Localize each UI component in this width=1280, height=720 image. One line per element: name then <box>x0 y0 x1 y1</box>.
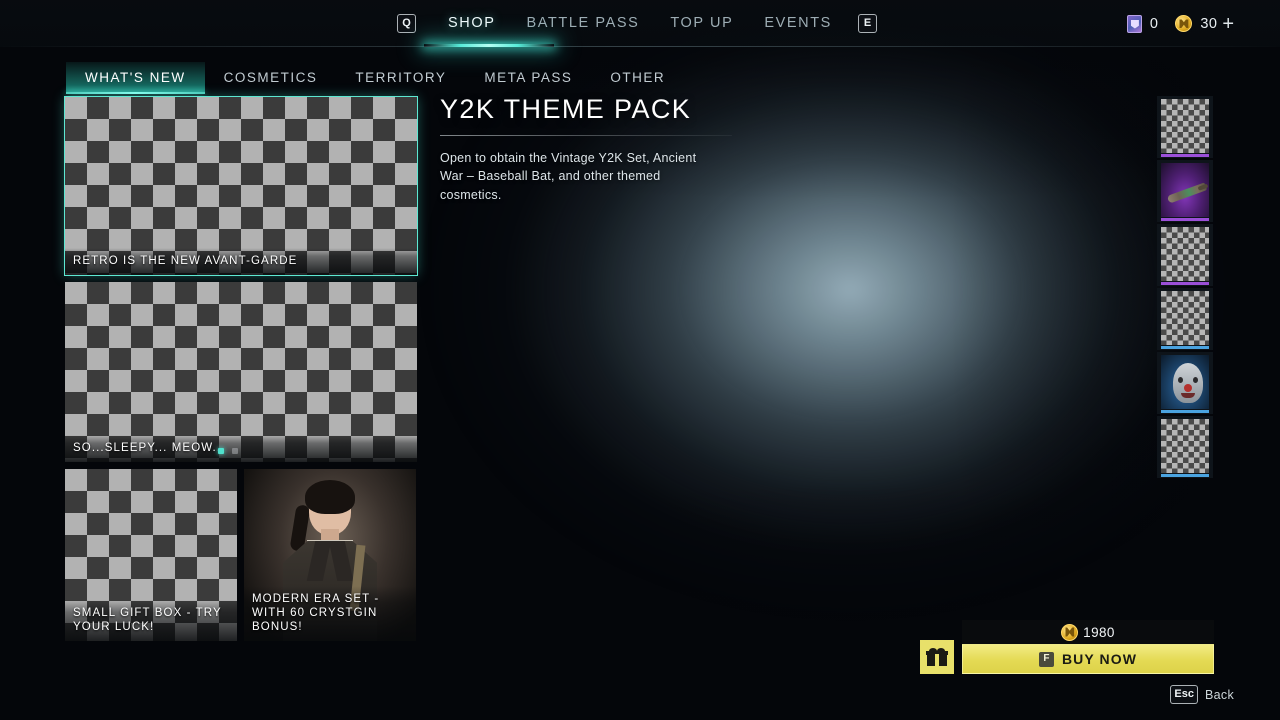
gift-bow-right <box>937 648 945 654</box>
coin-icon <box>1061 623 1079 641</box>
item-thumb-art <box>1161 99 1209 153</box>
coin-amount: 30 <box>1200 15 1218 32</box>
category-tab-label: WHAT'S NEW <box>85 70 186 85</box>
buy-now-button[interactable]: F BUY NOW <box>962 644 1214 674</box>
category-tab-other[interactable]: OTHER <box>591 62 684 94</box>
category-tab-label: COSMETICS <box>223 70 318 85</box>
promo-card-label: SO...SLEEPY... MEOW... <box>65 434 417 462</box>
gift-bow-left <box>929 648 937 654</box>
clown-eye-right <box>1193 377 1198 383</box>
item-thumb-1[interactable] <box>1157 96 1213 158</box>
item-thumb-6[interactable] <box>1157 416 1213 478</box>
coin-icon <box>1175 15 1193 32</box>
ticket-amount: 0 <box>1149 15 1159 32</box>
ticket-currency[interactable]: 0 <box>1126 14 1159 33</box>
carousel-dots[interactable] <box>218 448 238 454</box>
category-tab-meta-pass[interactable]: META PASS <box>465 62 591 94</box>
price-row: 1980 <box>962 620 1214 644</box>
character-hair <box>305 480 355 514</box>
item-thumb-4[interactable] <box>1157 288 1213 350</box>
add-currency-button[interactable]: + <box>1222 14 1234 34</box>
clown-mask-icon <box>1173 363 1203 403</box>
placeholder-checker-icon <box>1161 291 1209 345</box>
purchase-bar: 1980 F BUY NOW <box>920 620 1214 674</box>
coin-currency[interactable]: 30 + <box>1175 14 1234 34</box>
carousel-dot-active[interactable] <box>218 448 224 454</box>
buy-now-label: BUY NOW <box>1061 651 1138 667</box>
rarity-bar-epic <box>1161 218 1209 221</box>
promo-card-row: SMALL GIFT BOX - TRY YOUR LUCK! MODERN E… <box>65 469 417 641</box>
item-description: Open to obtain the Vintage Y2K Set, Anci… <box>440 151 697 202</box>
gift-button[interactable] <box>920 640 954 674</box>
rarity-bar-epic <box>1161 282 1209 285</box>
rarity-bar-rare <box>1161 346 1209 349</box>
category-tab-cosmetics[interactable]: COSMETICS <box>205 62 337 94</box>
category-tab-territory[interactable]: TERRITORY <box>336 62 465 94</box>
rarity-bar-rare <box>1161 410 1209 413</box>
item-preview-rail <box>1157 96 1213 480</box>
esc-key-hint: Esc <box>1170 685 1198 704</box>
item-thumb-art <box>1161 227 1209 281</box>
baseball-bat-icon <box>1166 182 1208 204</box>
promo-card-gift-box[interactable]: SMALL GIFT BOX - TRY YOUR LUCK! <box>65 469 237 641</box>
nav-tab-top-up[interactable]: TOP UP <box>668 2 735 45</box>
ticket-icon <box>1126 14 1142 33</box>
title-divider <box>440 135 732 136</box>
nav-next-key-hint[interactable]: E <box>858 14 877 33</box>
item-thumb-3[interactable] <box>1157 224 1213 286</box>
clown-nose <box>1184 384 1192 392</box>
page-title: Y2K THEME PACK <box>440 94 692 124</box>
promo-card-retro[interactable]: RETRO IS THE NEW AVANT-GARDE <box>64 96 418 276</box>
category-tab-bar: WHAT'S NEW COSMETICS TERRITORY META PASS… <box>66 62 684 94</box>
gift-icon <box>926 648 948 666</box>
promo-card-modern-era[interactable]: MODERN ERA SET - WITH 60 CRYSTGIN BONUS! <box>244 469 416 641</box>
category-tab-active-underline <box>66 92 205 94</box>
carousel-dot[interactable] <box>232 448 238 454</box>
item-thumb-art <box>1161 291 1209 345</box>
promo-card-label: SMALL GIFT BOX - TRY YOUR LUCK! <box>65 599 237 641</box>
top-navigation-bar: Q E SHOP BATTLE PASS TOP UP EVENTS 0 30 … <box>0 0 1280 49</box>
item-thumb-art <box>1161 163 1209 217</box>
rarity-bar-epic <box>1161 154 1209 157</box>
item-detail-panel: Y2K THEME PACK Open to obtain the Vintag… <box>440 94 870 204</box>
category-tab-label: OTHER <box>610 70 666 85</box>
promo-card-sleepy[interactable]: SO...SLEEPY... MEOW... <box>65 282 417 462</box>
placeholder-checker-icon <box>1161 99 1209 153</box>
category-tab-label: TERRITORY <box>355 70 447 85</box>
nav-tab-events[interactable]: EVENTS <box>762 2 834 45</box>
clown-eye-left <box>1178 377 1183 383</box>
buy-key-hint: F <box>1038 651 1054 667</box>
item-thumb-art <box>1161 355 1209 409</box>
nav-prev-key-hint[interactable]: Q <box>397 14 416 33</box>
promo-card-list: RETRO IS THE NEW AVANT-GARDE SO...SLEEPY… <box>64 96 418 641</box>
rarity-bar-rare <box>1161 474 1209 477</box>
item-thumb-2[interactable] <box>1157 160 1213 222</box>
category-tab-whats-new[interactable]: WHAT'S NEW <box>66 62 205 94</box>
promo-card-label: MODERN ERA SET - WITH 60 CRYSTGIN BONUS! <box>244 585 416 641</box>
item-thumb-5[interactable] <box>1157 352 1213 414</box>
placeholder-checker-icon <box>1161 419 1209 473</box>
promo-card-label: RETRO IS THE NEW AVANT-GARDE <box>65 247 417 275</box>
active-tab-glow-line <box>424 44 554 47</box>
back-label: Back <box>1205 687 1234 702</box>
placeholder-checker-icon <box>1161 227 1209 281</box>
buy-column: 1980 F BUY NOW <box>962 620 1214 674</box>
item-thumb-art <box>1161 419 1209 473</box>
currency-display: 0 30 + <box>1126 0 1234 47</box>
category-tab-label: META PASS <box>484 70 573 85</box>
price-value: 1980 <box>1083 624 1115 640</box>
back-hint[interactable]: Esc Back <box>1170 685 1234 704</box>
